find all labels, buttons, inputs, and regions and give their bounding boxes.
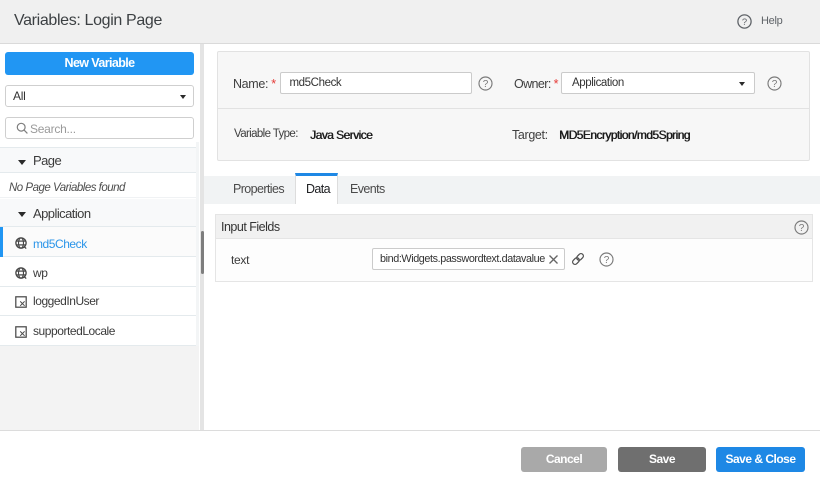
svg-text:?: ?	[771, 79, 777, 90]
svg-text:?: ?	[604, 255, 610, 266]
svg-text:?: ?	[799, 223, 805, 234]
svg-text:?: ?	[483, 79, 489, 90]
svg-text:?: ?	[742, 17, 747, 28]
